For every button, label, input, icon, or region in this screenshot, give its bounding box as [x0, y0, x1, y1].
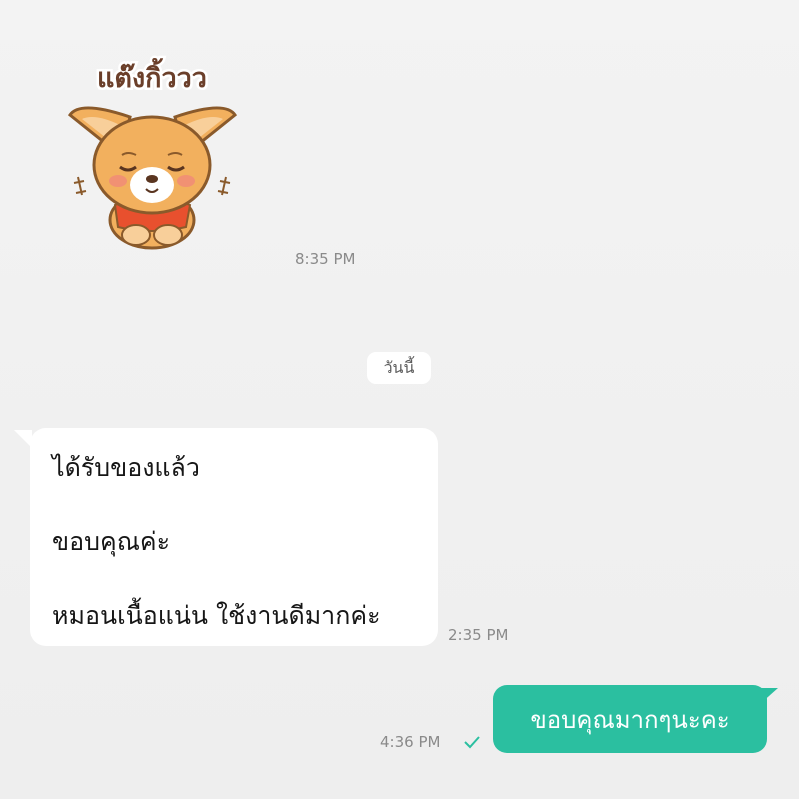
outgoing-message-text: ขอบคุณมากๆนะคะ — [530, 705, 730, 734]
message-line: ขอบคุณค่ะ — [52, 527, 171, 556]
sticker-image: แต๊งกิ้ววว — [67, 55, 238, 250]
check-icon — [464, 736, 480, 749]
message-line: ได้รับของแล้ว — [52, 453, 200, 482]
message-line: หมอนเนื้อแน่น ใช้งานดีมากค่ะ — [52, 601, 381, 630]
sticker-caption: แต๊งกิ้ววว — [97, 57, 207, 94]
outgoing-message-bubble[interactable]: ขอบคุณมากๆนะคะ — [493, 685, 767, 753]
incoming-message-bubble[interactable]: ได้รับของแล้ว ขอบคุณค่ะ หมอนเนื้อแน่น ใช… — [30, 428, 438, 646]
outgoing-message-timestamp: 4:36 PM — [380, 733, 441, 751]
incoming-message-timestamp: 2:35 PM — [448, 626, 509, 644]
dog-bowing-sticker[interactable]: แต๊งกิ้ววว — [60, 55, 245, 255]
chat-window: แต๊งกิ้ววว 8:35 PM วันนี้ ได้รับของแล้ว … — [0, 0, 799, 799]
sticker-timestamp: 8:35 PM — [295, 250, 356, 268]
date-separator: วันนี้ — [367, 352, 431, 384]
